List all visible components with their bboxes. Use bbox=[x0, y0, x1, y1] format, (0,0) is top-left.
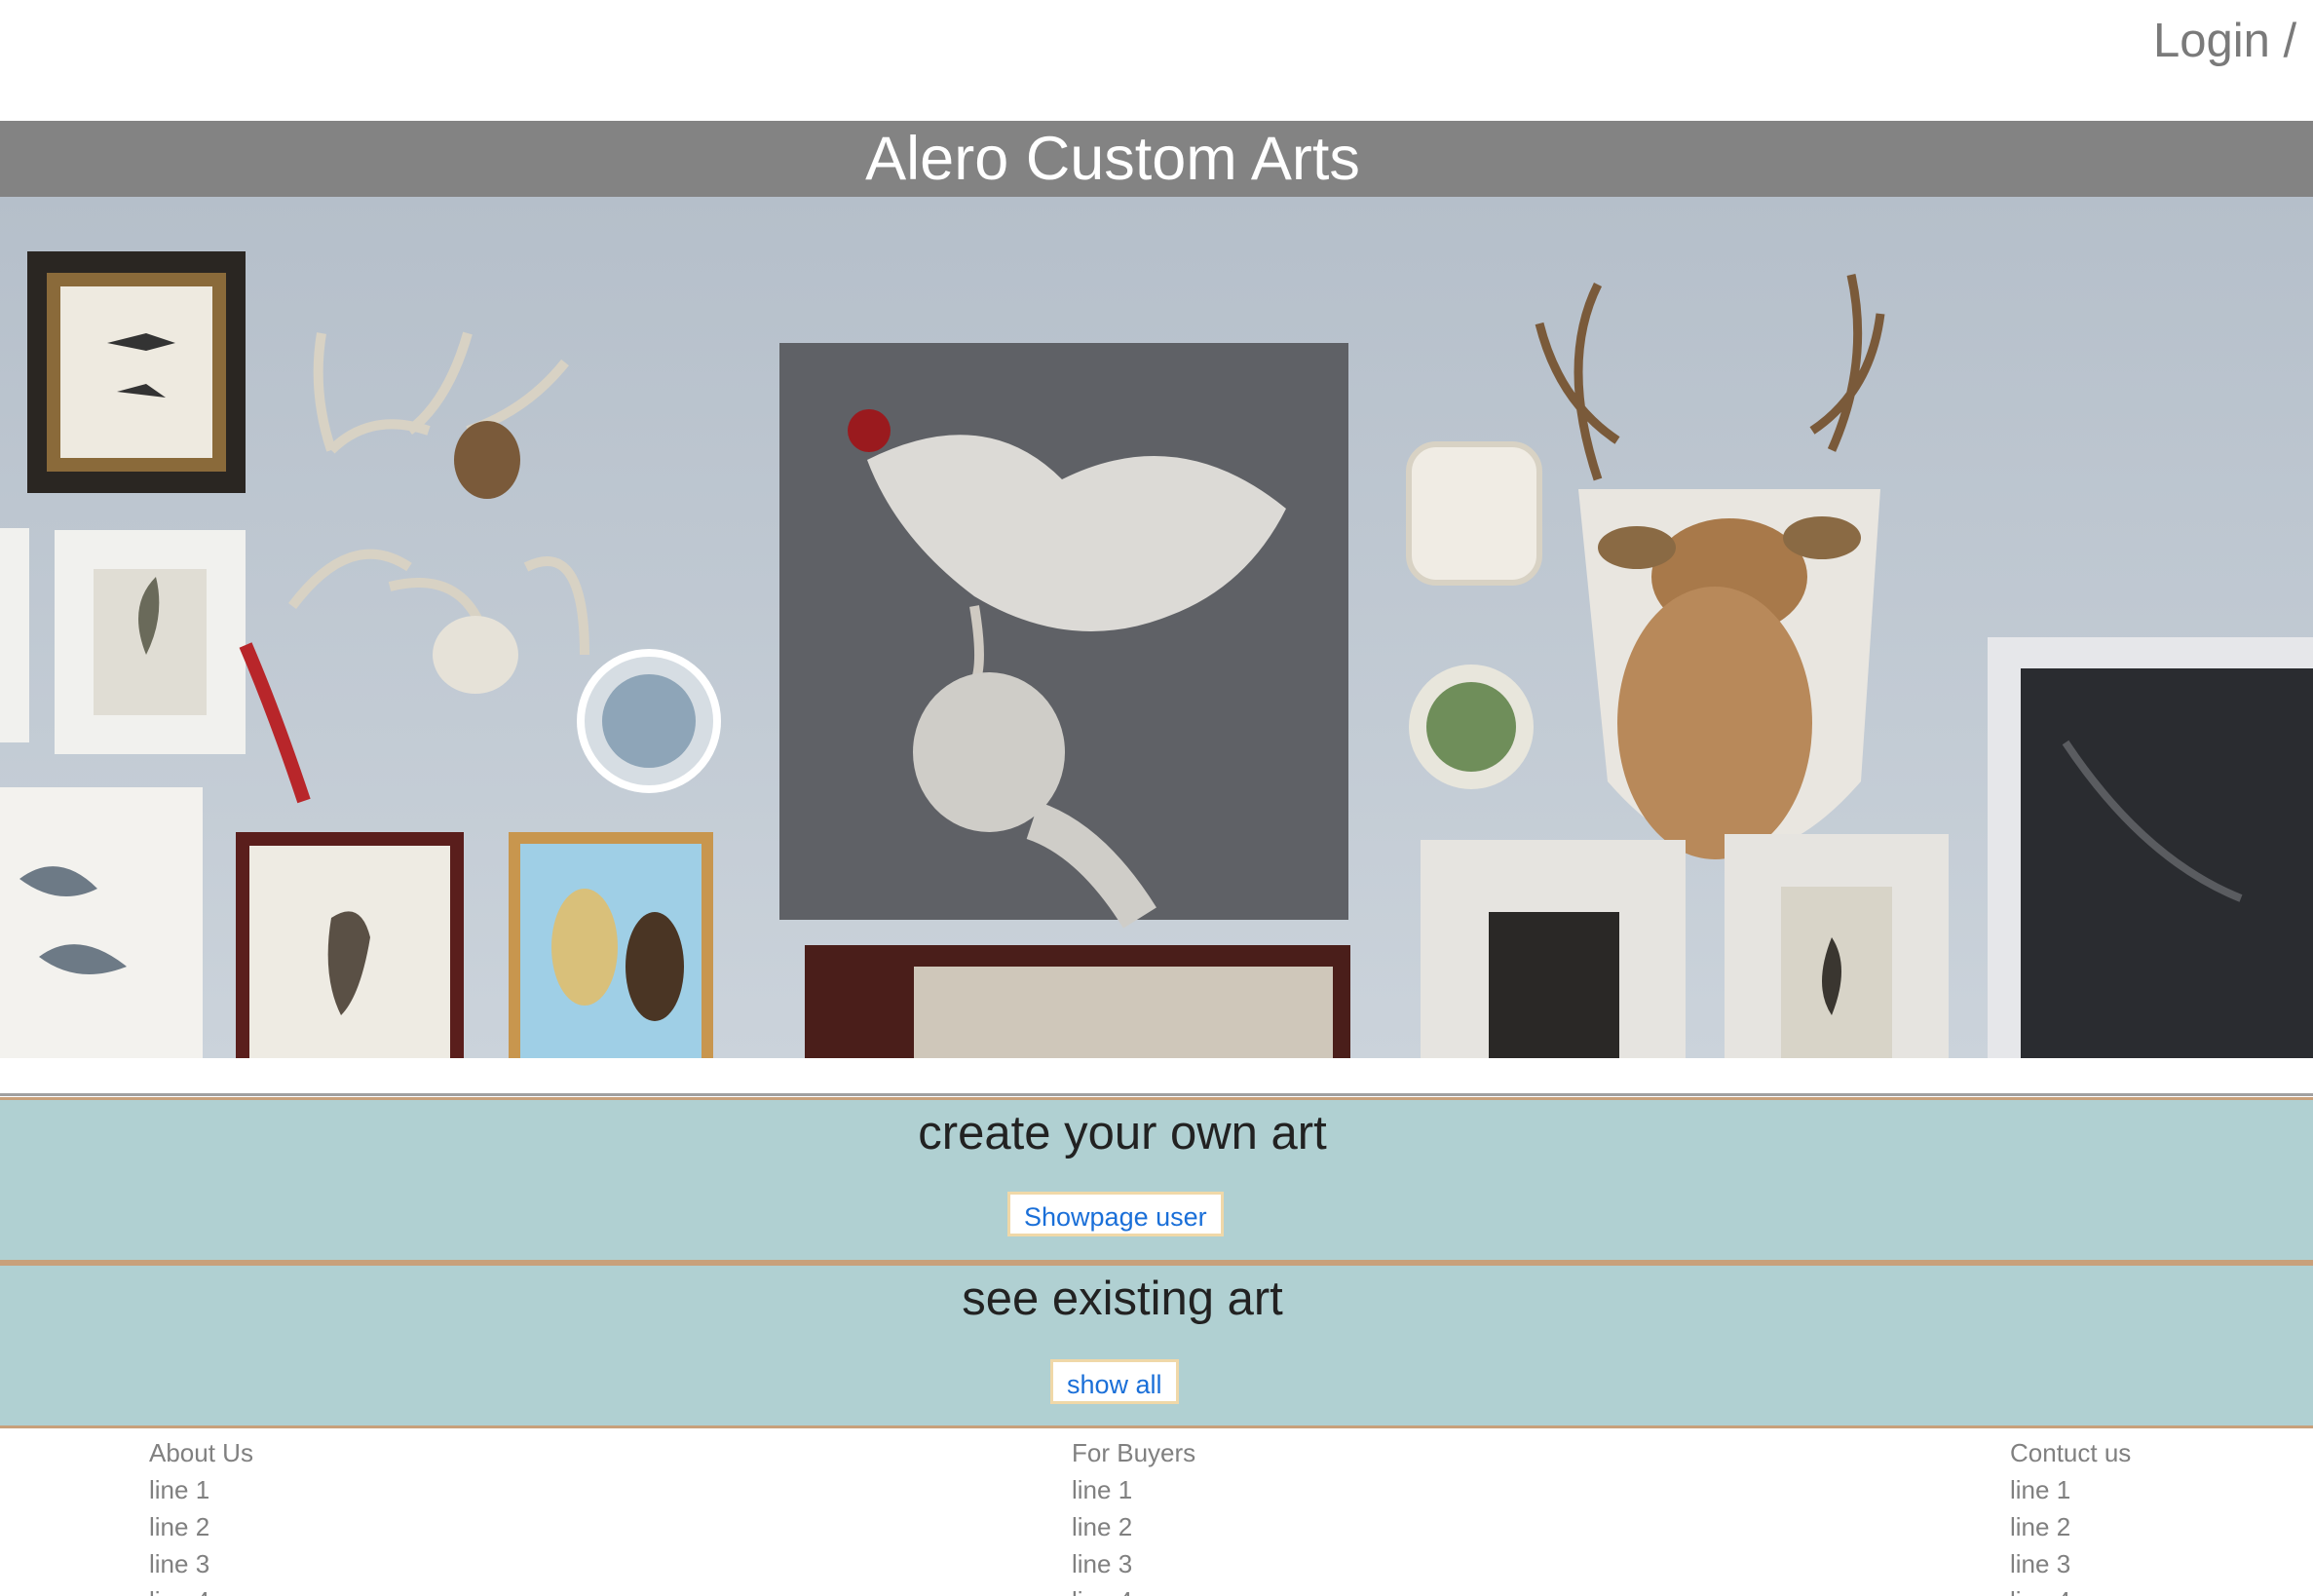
footer-link[interactable]: line 2 bbox=[2010, 1508, 2131, 1545]
footer-heading-contact[interactable]: Contuct us bbox=[2010, 1434, 2131, 1471]
footer-link[interactable]: line 1 bbox=[149, 1471, 253, 1508]
footer-link[interactable]: line 1 bbox=[2010, 1471, 2131, 1508]
existing-art-heading: see existing art bbox=[962, 1273, 1283, 1325]
show-all-button[interactable]: show all bbox=[1050, 1359, 1179, 1404]
footer-link[interactable]: line 3 bbox=[2010, 1545, 2131, 1582]
footer-col-about: About Us line 1 line 2 line 3 line 4 bbox=[149, 1432, 253, 1596]
title-bar: Alero Custom Arts bbox=[0, 121, 2313, 197]
create-art-section: create your own art Showpage user bbox=[0, 1097, 2313, 1263]
footer-link[interactable]: line 2 bbox=[149, 1508, 253, 1545]
footer-col-contact: Contuct us line 1 line 2 line 3 line 4 bbox=[2010, 1432, 2131, 1596]
section-divider bbox=[0, 1093, 2313, 1096]
footer-link[interactable]: line 4 bbox=[1072, 1582, 1195, 1596]
hero-image bbox=[0, 197, 2313, 1058]
footer-link[interactable]: line 4 bbox=[2010, 1582, 2131, 1596]
create-art-heading: create your own art bbox=[918, 1107, 1327, 1159]
site-title: Alero Custom Arts bbox=[865, 125, 1360, 193]
footer-link[interactable]: line 1 bbox=[1072, 1471, 1195, 1508]
footer-heading-buyers[interactable]: For Buyers bbox=[1072, 1434, 1195, 1471]
footer-link[interactable]: line 3 bbox=[149, 1545, 253, 1582]
showpage-user-button[interactable]: Showpage user bbox=[1007, 1192, 1224, 1236]
footer-heading-about[interactable]: About Us bbox=[149, 1434, 253, 1471]
footer-link[interactable]: line 3 bbox=[1072, 1545, 1195, 1582]
gallery-wall-illustration bbox=[0, 197, 2313, 1058]
top-bar: Login / R bbox=[0, 0, 2313, 121]
footer-link[interactable]: line 2 bbox=[1072, 1508, 1195, 1545]
login-register-link[interactable]: Login / R bbox=[2153, 14, 2313, 68]
footer-link[interactable]: line 4 bbox=[149, 1582, 253, 1596]
footer: About Us line 1 line 2 line 3 line 4 For… bbox=[0, 1432, 2313, 1596]
existing-art-section: see existing art show all bbox=[0, 1263, 2313, 1428]
footer-col-buyers: For Buyers line 1 line 2 line 3 line 4 bbox=[1072, 1432, 1195, 1596]
